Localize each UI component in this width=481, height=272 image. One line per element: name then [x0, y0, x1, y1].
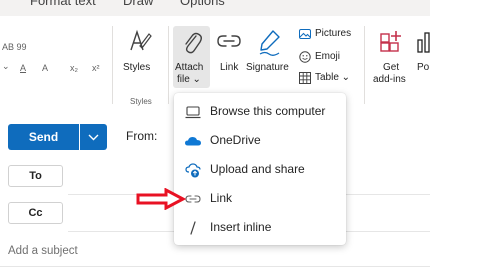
- send-button[interactable]: Send: [8, 124, 79, 150]
- superscript-button[interactable]: x²: [92, 63, 100, 73]
- pictures-label: Pictures: [315, 28, 352, 39]
- addins-label-line1: Get: [383, 62, 400, 73]
- ribbon-divider: [364, 26, 365, 104]
- menu-item-label: Insert inline: [210, 220, 272, 234]
- link-button[interactable]: Link: [214, 26, 244, 86]
- format-row-1[interactable]: AB 99: [2, 42, 27, 52]
- cc-button[interactable]: Cc: [8, 202, 63, 224]
- menu-item-upload-share[interactable]: Upload and share: [174, 156, 346, 184]
- tab-draw[interactable]: Draw: [123, 0, 153, 8]
- send-label: Send: [28, 130, 59, 144]
- ribbon-divider: [168, 26, 169, 104]
- styles-icon: [130, 29, 152, 51]
- font-color-button[interactable]: A: [20, 63, 26, 73]
- get-addins-button[interactable]: Get add-ins: [369, 26, 409, 88]
- menu-item-label: OneDrive: [210, 133, 261, 147]
- paperclip-icon: [185, 32, 202, 54]
- cut-off-label: Po: [417, 62, 430, 73]
- menu-item-label: Upload and share: [210, 162, 305, 176]
- menu-item-label: Link: [210, 191, 233, 205]
- cloud-upload-icon: [185, 163, 201, 178]
- styles-group-label: Styles: [130, 97, 152, 106]
- ribbon-divider: [112, 26, 113, 104]
- menu-item-insert-inline[interactable]: Insert inline: [174, 214, 346, 242]
- chevron-down-icon: [88, 134, 99, 141]
- link-icon: [185, 195, 201, 203]
- subject-input[interactable]: Add a subject: [8, 245, 78, 257]
- ribbon-tabs: Format text Draw Options: [0, 0, 430, 16]
- attach-file-menu: Browse this computer OneDrive Upload and…: [174, 93, 346, 245]
- link-icon: [217, 35, 241, 47]
- red-arrow-annotation-icon: [136, 188, 186, 210]
- laptop-icon: [185, 106, 201, 119]
- pictures-button[interactable]: Pictures: [299, 28, 359, 42]
- menu-item-onedrive[interactable]: OneDrive: [174, 127, 346, 155]
- chevron-down-icon[interactable]: ⌄: [2, 61, 10, 72]
- format-row-2: ⌄ A A x₂ x²: [0, 61, 110, 77]
- picture-icon: [299, 29, 311, 39]
- subject-underline: [0, 266, 430, 267]
- addins-label-line2: add-ins: [373, 74, 406, 85]
- signature-pen-icon: [259, 30, 280, 56]
- addins-grid-icon: [380, 31, 401, 52]
- attach-label-line2: file ⌄: [177, 74, 201, 85]
- menu-item-browse-computer[interactable]: Browse this computer: [174, 98, 346, 126]
- onedrive-cloud-icon: [185, 137, 201, 146]
- attach-file-button[interactable]: Attach file ⌄: [173, 26, 210, 88]
- to-button[interactable]: To: [8, 165, 63, 187]
- menu-item-label: Browse this computer: [210, 104, 326, 118]
- from-label: From:: [126, 129, 158, 143]
- subscript-button[interactable]: x₂: [70, 63, 78, 73]
- font-size-button[interactable]: A: [42, 63, 48, 73]
- tab-options[interactable]: Options: [180, 0, 225, 8]
- styles-label: Styles: [123, 62, 151, 73]
- tab-format-text[interactable]: Format text: [30, 0, 96, 8]
- attach-label-line1: Attach: [175, 62, 204, 73]
- table-button[interactable]: Table ⌄: [299, 72, 359, 86]
- smiley-icon: [299, 51, 311, 63]
- emoji-label: Emoji: [315, 51, 341, 62]
- table-label: Table ⌄: [315, 72, 351, 83]
- styles-button[interactable]: Styles: [119, 26, 159, 86]
- emoji-button[interactable]: Emoji: [299, 51, 359, 65]
- bar-chart-icon: [417, 32, 430, 53]
- signature-button[interactable]: Signature: [246, 26, 294, 86]
- send-options-button[interactable]: [80, 124, 107, 150]
- table-grid-icon: [299, 72, 311, 84]
- cut-off-ribbon-button[interactable]: Po: [414, 26, 430, 88]
- signature-label: Signature: [246, 62, 289, 73]
- link-label: Link: [220, 62, 239, 73]
- slash-icon: [190, 221, 196, 235]
- menu-item-link[interactable]: Link: [174, 185, 346, 213]
